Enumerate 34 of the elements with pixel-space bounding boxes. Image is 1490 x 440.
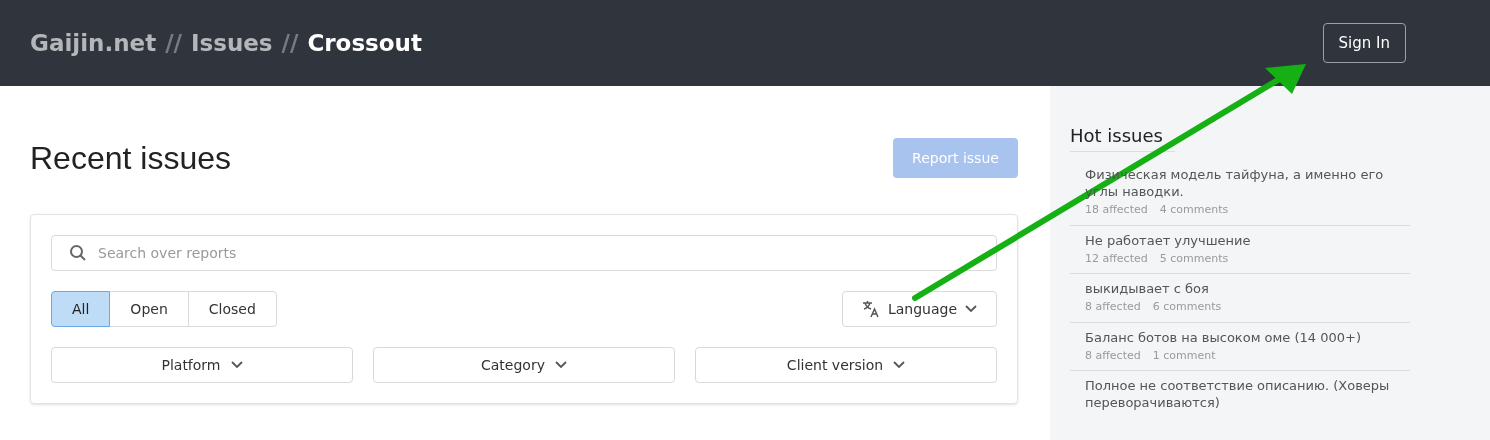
affected-count: 8 affected [1085, 347, 1141, 364]
sidebar-title: Hot issues [1070, 122, 1175, 152]
comment-count: 1 comment [1152, 347, 1216, 364]
filter-tab[interactable]: Open [109, 291, 189, 327]
issue-link[interactable]: Не работает улучшение [1085, 231, 1410, 249]
filter-dropdown[interactable]: Platform [51, 347, 353, 383]
filter-tab[interactable]: Closed [187, 291, 277, 327]
issue-link[interactable]: Полное не соответствие описанию. (Ховеры переворачиваются) [1085, 377, 1410, 411]
filter-tab[interactable]: All [51, 291, 111, 327]
breadcrumb-link[interactable]: Gaijin.net [30, 25, 157, 61]
comment-count: 5 comments [1159, 250, 1229, 267]
issue-link[interactable]: выкидывает с боя [1085, 280, 1410, 297]
comment-count: 6 comments [1152, 299, 1222, 315]
affected-count: 18 affected [1085, 202, 1148, 218]
page-title: Recent issues [30, 139, 231, 178]
affected-count: 8 affected [1085, 299, 1141, 315]
filter-dropdown[interactable]: Client version [695, 347, 997, 383]
affected-count: 12 affected [1085, 250, 1148, 267]
breadcrumb-separator: // [281, 28, 299, 58]
translate-icon [861, 300, 880, 318]
chevron-down-icon [230, 361, 243, 369]
breadcrumb-separator: // [165, 28, 182, 58]
chevron-down-icon [554, 361, 567, 369]
search-icon [69, 244, 87, 262]
filter-dropdown[interactable]: Category [373, 347, 675, 383]
comment-count: 4 comments [1159, 202, 1229, 218]
chevron-down-icon [965, 305, 978, 313]
chevron-down-icon [893, 361, 906, 369]
sign-in-button[interactable]: Sign In [1322, 23, 1406, 63]
breadcrumb-link[interactable]: Issues [190, 25, 273, 61]
search-field[interactable]: Search over reports [51, 235, 997, 271]
issue-link[interactable]: Баланс ботов на высоком оме (14 000+) [1085, 328, 1410, 346]
current-page-title: Crossout [307, 28, 422, 58]
language-dropdown[interactable]: Language [842, 291, 997, 327]
